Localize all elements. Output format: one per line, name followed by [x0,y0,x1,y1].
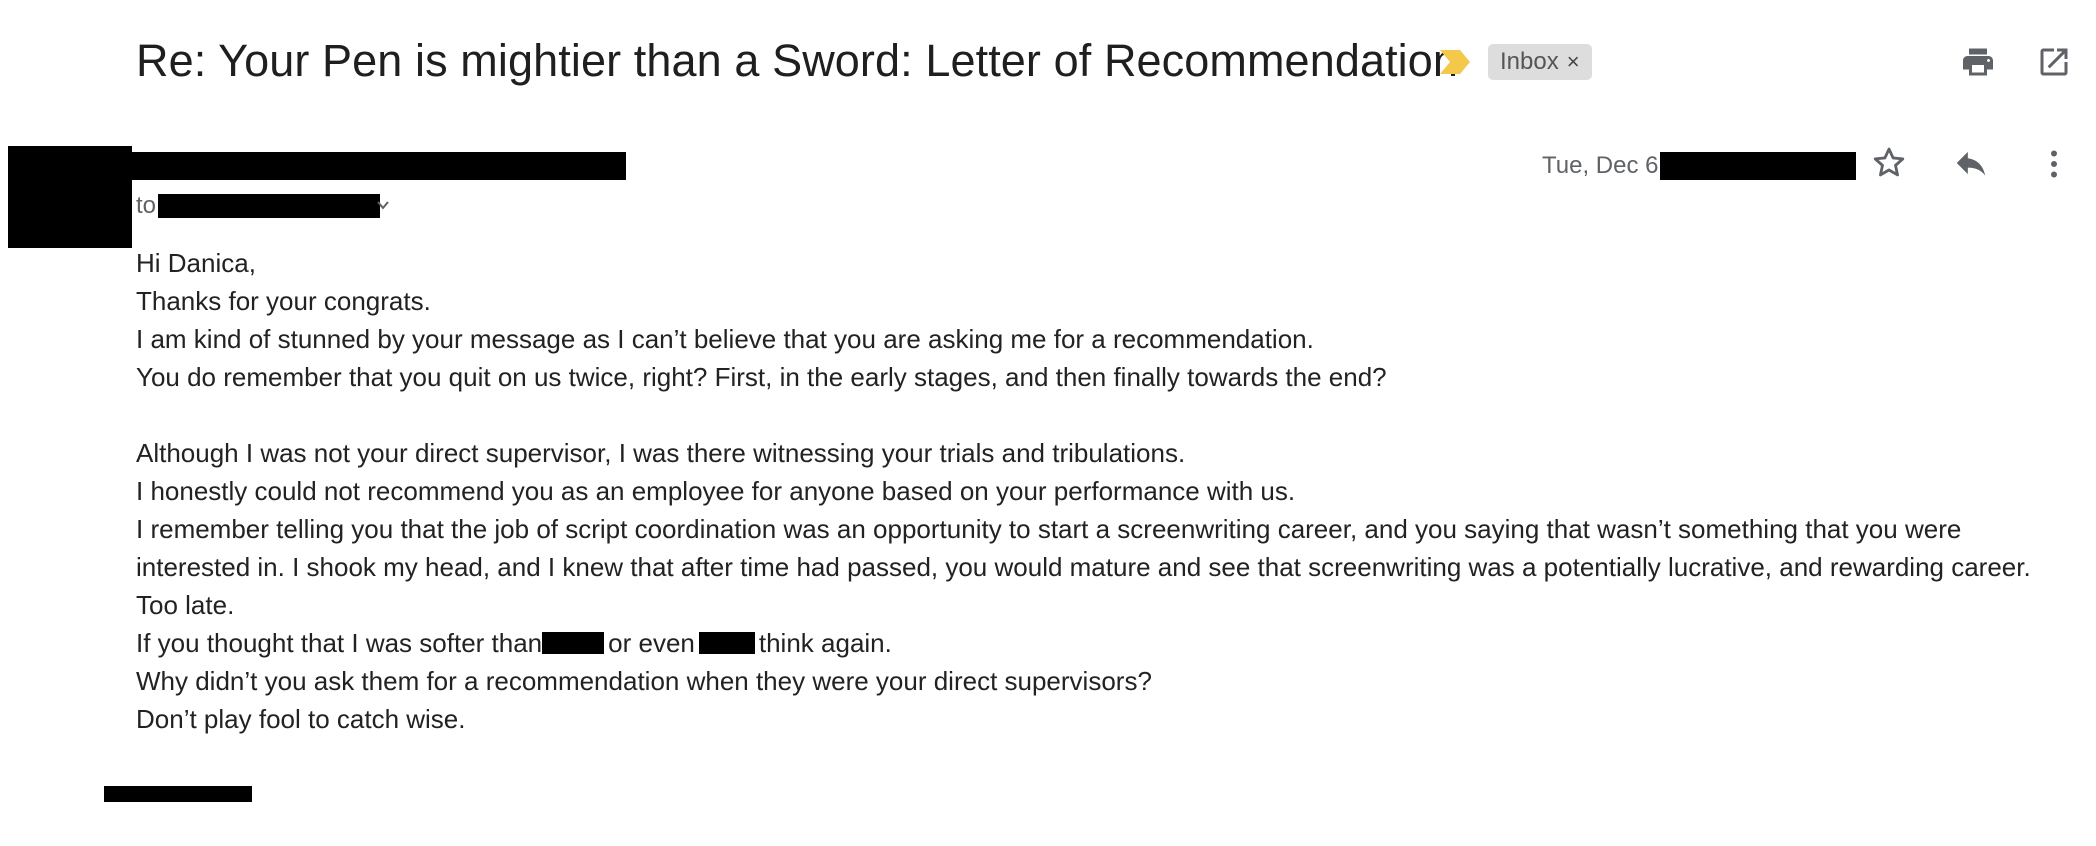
body-line: If you thought that I was softer than or … [136,624,892,662]
recipients-line[interactable]: to [136,192,156,220]
body-line: I remember telling you that the job of s… [136,514,1962,544]
body-line: I honestly could not recommend you as an… [136,476,1296,506]
important-marker-icon[interactable] [1438,48,1472,76]
body-line: Too late. [136,590,235,620]
label-chip-inbox[interactable]: Inbox × [1488,44,1592,80]
redacted-name [542,632,605,654]
printer-icon[interactable] [1960,44,1996,80]
avatar [8,146,132,248]
body-text: think again. [758,628,892,658]
body-text: If you thought that I was softer than [136,628,543,658]
recipients-redacted [158,194,380,218]
chevron-down-icon[interactable] [376,200,390,210]
signature-redacted [104,786,252,802]
body-line: Don’t play fool to catch wise. [136,704,466,734]
body-line: Hi Danica, [136,248,256,278]
label-chip-text: Inbox [1500,48,1559,75]
close-icon[interactable]: × [1567,44,1580,80]
recipients-prefix: to [136,192,157,219]
sender-name [132,152,626,180]
open-in-new-window-icon[interactable] [2036,44,2072,80]
email-date: Tue, Dec 6 [1542,152,1659,179]
body-line: Although I was not your direct superviso… [136,438,1186,468]
email-subject: Re: Your Pen is mightier than a Sword: L… [136,35,1459,86]
reply-icon[interactable] [1952,144,1990,182]
body-line: Why didn’t you ask them for a recommenda… [136,666,1152,696]
body-line: interested in. I shook my head, and I kn… [136,552,2031,582]
date-time-redacted [1660,152,1856,180]
body-line: Thanks for your congrats. [136,286,431,316]
star-icon[interactable] [1870,144,1908,182]
body-line: I am kind of stunned by your message as … [136,324,1314,354]
more-vert-icon[interactable] [2036,146,2072,182]
body-text: or even [608,628,695,658]
redacted-name [698,632,755,654]
body-line: You do remember that you quit on us twic… [136,362,1387,392]
